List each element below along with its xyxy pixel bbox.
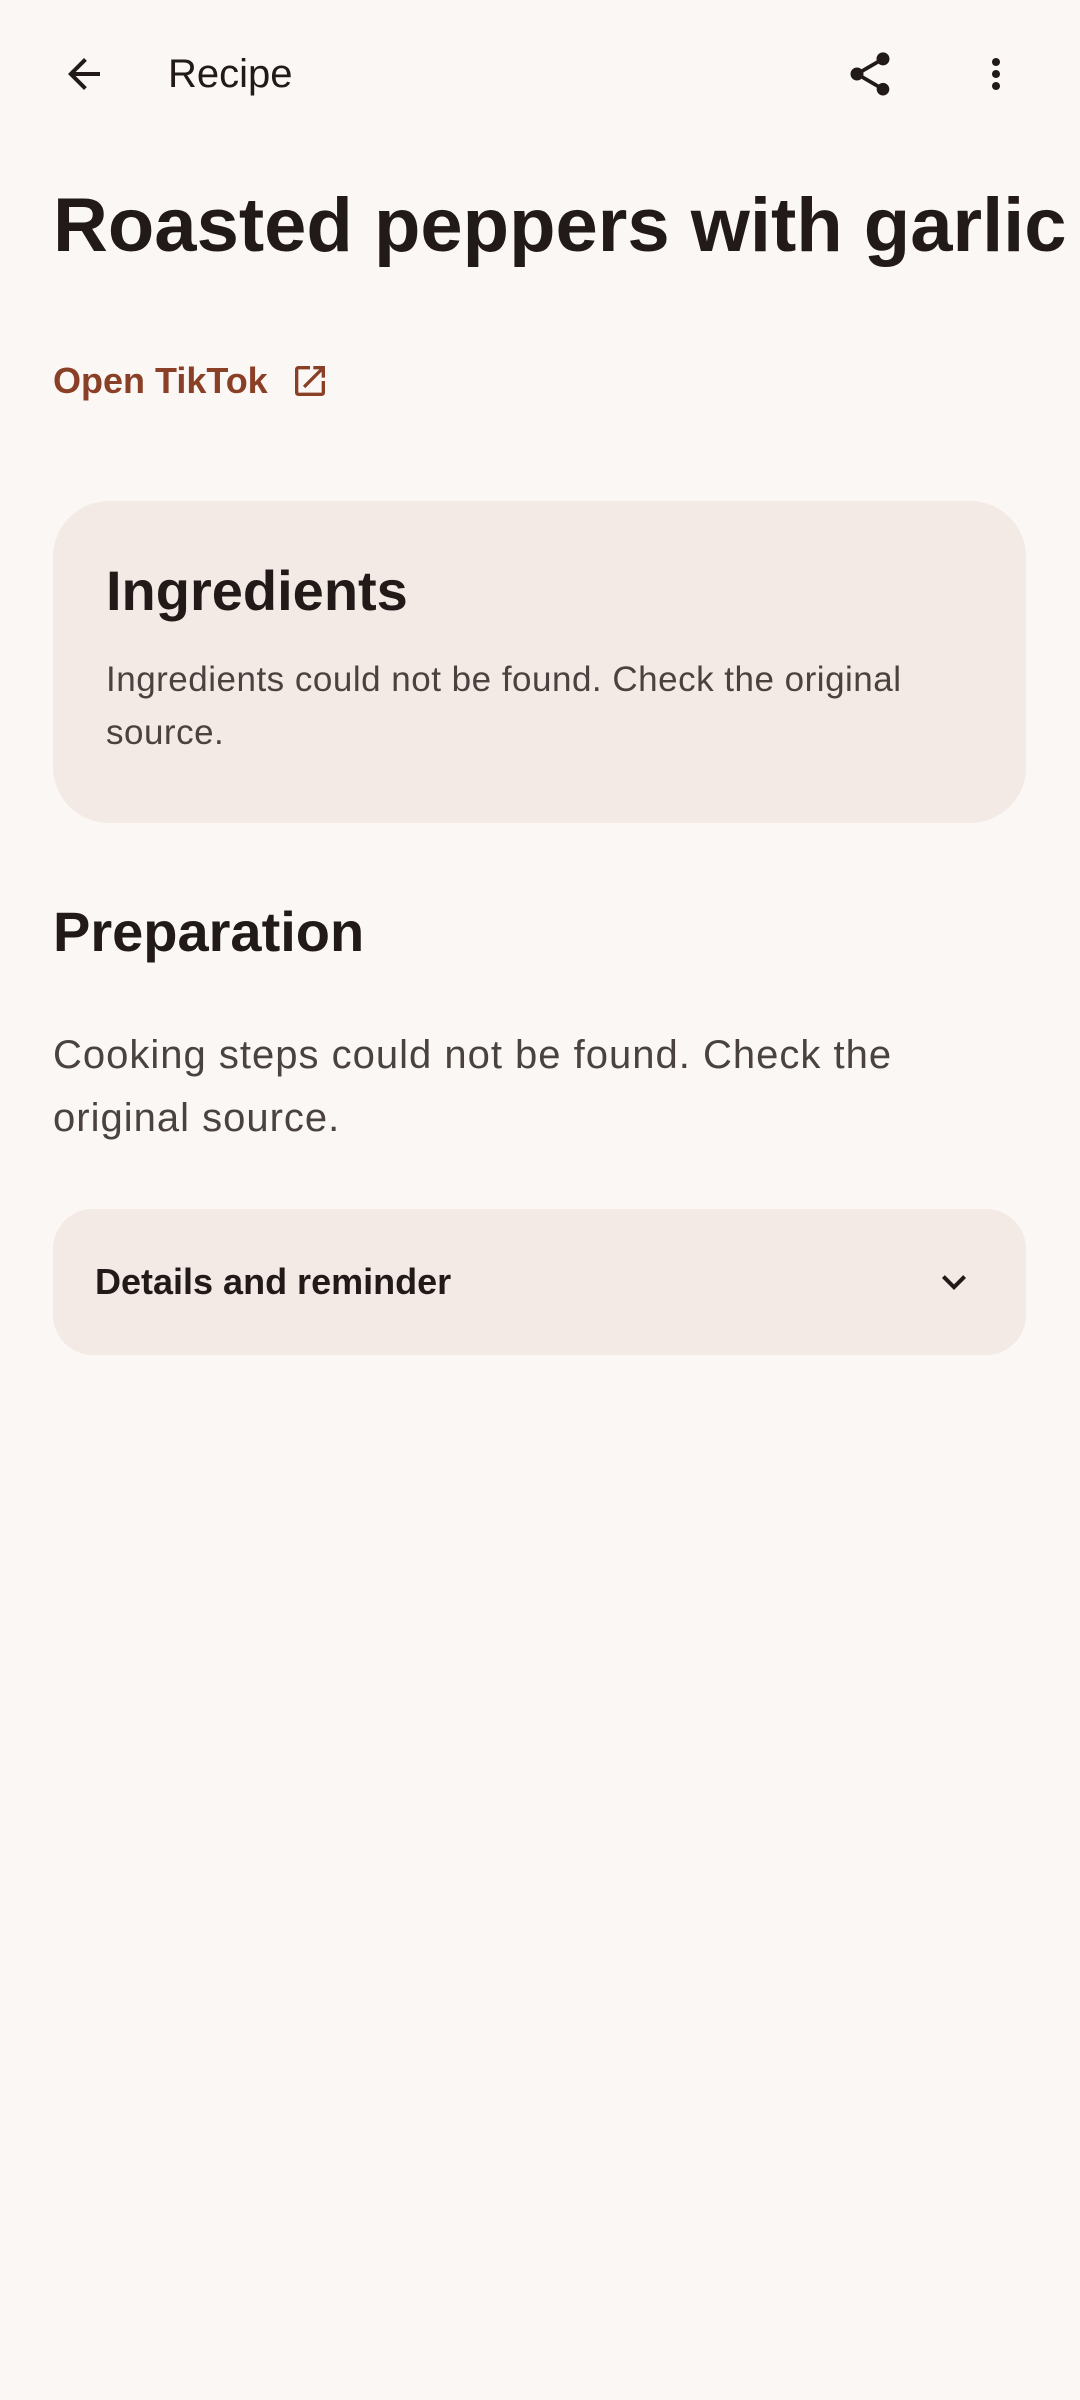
details-label: Details and reminder [95, 1261, 452, 1302]
share-icon [850, 52, 890, 96]
arrow-back-icon [68, 58, 100, 90]
back-button[interactable] [36, 26, 132, 122]
open-source-link[interactable]: Open TikTok [53, 354, 330, 408]
open-in-new-icon [294, 366, 325, 396]
share-button[interactable] [822, 26, 918, 122]
chevron-down-icon [930, 1258, 978, 1306]
ingredients-heading: Ingredients [106, 559, 408, 622]
app-bar-title: Recipe [168, 52, 293, 96]
top-app-bar: Recipe [0, 0, 1080, 148]
ingredients-card: Ingredients Ingredients could not be fou… [53, 501, 1026, 823]
preparation-heading: Preparation [53, 900, 365, 963]
recipe-title: Roasted peppers with garlic [53, 183, 1067, 268]
more-vert-icon [992, 58, 1000, 90]
preparation-message: Cooking steps could not be found. Check … [53, 1033, 893, 1140]
more-options-button[interactable] [948, 26, 1044, 122]
details-and-reminder-expander[interactable]: Details and reminder [53, 1209, 1026, 1355]
open-source-link-label: Open TikTok [53, 360, 268, 401]
ingredients-message: Ingredients could not be found. Check th… [106, 660, 902, 752]
